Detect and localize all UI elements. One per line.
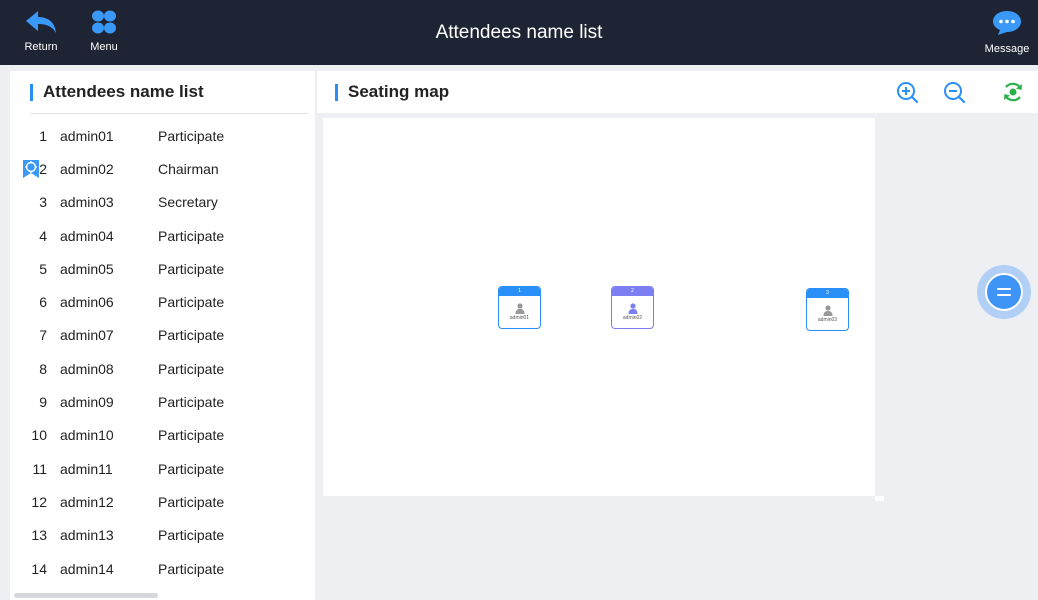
seating-canvas[interactable]: 1 admin01 2 admin02 3 admin03 <box>323 118 875 496</box>
attendee-number: 13 <box>31 527 47 544</box>
attendee-name: admin03 <box>60 194 114 211</box>
person-icon <box>628 303 637 314</box>
attendee-role: Participate <box>158 527 225 544</box>
refresh-icon[interactable] <box>1001 80 1025 104</box>
attendee-number: 2 <box>39 160 47 177</box>
chairman-badge-icon <box>23 160 39 179</box>
attendee-name: admin01 <box>60 127 114 144</box>
attendee-number: 4 <box>39 227 47 244</box>
zoom-in-icon[interactable] <box>895 80 919 104</box>
message-bubble-icon <box>993 11 1021 35</box>
attendees-panel: Attendees name list 1 admin01 Participate … <box>10 71 315 600</box>
attendee-role: Participate <box>158 560 225 577</box>
attendee-number: 10 <box>31 427 47 444</box>
attendee-role: Participate <box>158 260 225 277</box>
attendee-name: admin08 <box>60 360 114 377</box>
seat-number: 3 <box>807 289 848 298</box>
attendee-role: Participate <box>158 327 225 344</box>
attendees-title: Attendees name list <box>43 82 204 101</box>
attendee-role: Participate <box>158 294 225 311</box>
attendee-row[interactable]: 10 admin10 Participate <box>10 419 315 452</box>
section-marker <box>30 83 33 101</box>
attendee-list: 1 admin01 Participate 2 admin02 Chairman 3 ad… <box>10 119 315 585</box>
attendee-row[interactable]: 4 admin04 Participate <box>10 219 315 252</box>
attendee-role: Participate <box>158 227 225 244</box>
attendee-number: 6 <box>39 294 47 311</box>
message-button[interactable]: Message <box>984 10 1030 55</box>
attendee-name: admin09 <box>60 394 114 411</box>
attendee-role: Participate <box>158 394 225 411</box>
zoom-out-icon[interactable] <box>942 80 966 104</box>
attendee-number: 1 <box>39 127 47 144</box>
attendee-role: Participate <box>158 427 225 444</box>
top-bar: Return Menu Attendees name list Message <box>0 0 1038 65</box>
attendee-name: admin12 <box>60 493 114 510</box>
attendee-role: Participate <box>158 360 225 377</box>
seat-name: admin03 <box>817 317 838 323</box>
message-label: Message <box>984 43 1030 55</box>
seat-card[interactable]: 2 admin02 <box>611 286 654 329</box>
floating-menu-button[interactable] <box>977 265 1031 319</box>
attendees-header: Attendees name list <box>10 71 315 113</box>
attendee-name: admin07 <box>60 327 114 344</box>
attendee-row[interactable]: 12 admin12 Participate <box>10 485 315 518</box>
attendee-name: admin13 <box>60 527 114 544</box>
attendee-row[interactable]: 14 admin14 Participate <box>10 552 315 585</box>
seat-number: 1 <box>499 287 540 296</box>
section-marker <box>335 83 338 101</box>
attendee-number: 11 <box>32 460 47 477</box>
attendee-name: admin04 <box>60 227 114 244</box>
attendee-name: admin11 <box>60 460 113 477</box>
attendee-role: Participate <box>158 460 225 477</box>
attendee-number: 12 <box>31 493 47 510</box>
attendee-row[interactable]: 9 admin09 Participate <box>10 385 315 418</box>
attendee-row[interactable]: 5 admin05 Participate <box>10 252 315 285</box>
person-icon <box>515 303 524 314</box>
attendee-role: Participate <box>158 493 225 510</box>
person-icon <box>823 305 832 316</box>
attendee-number: 5 <box>39 260 47 277</box>
attendee-name: admin06 <box>60 294 114 311</box>
attendee-number: 14 <box>31 560 47 577</box>
seat-name: admin01 <box>509 315 530 321</box>
seating-map-title-wrap: Seating map <box>317 71 1038 113</box>
attendee-row[interactable]: 11 admin11 Participate <box>10 452 315 485</box>
attendee-role: Secretary <box>158 194 218 211</box>
attendee-row[interactable]: 7 admin07 Participate <box>10 319 315 352</box>
seat-card[interactable]: 1 admin01 <box>498 286 541 329</box>
seat-name: admin02 <box>622 315 643 321</box>
seat-card[interactable]: 3 admin03 <box>806 288 849 331</box>
attendee-number: 9 <box>39 394 47 411</box>
attendee-row[interactable]: 3 admin03 Secretary <box>10 186 315 219</box>
attendee-name: admin02 <box>60 160 114 177</box>
attendee-role: Chairman <box>158 160 219 177</box>
list-lines-icon <box>997 288 1011 296</box>
attendee-row[interactable]: 13 admin13 Participate <box>10 519 315 552</box>
horizontal-scrollbar[interactable] <box>14 593 158 598</box>
attendee-number: 8 <box>39 360 47 377</box>
seating-map-header: Seating map <box>317 71 1038 113</box>
page-title: Attendees name list <box>435 22 603 43</box>
attendee-row[interactable]: 6 admin06 Participate <box>10 285 315 318</box>
attendee-row[interactable]: 8 admin08 Participate <box>10 352 315 385</box>
canvas-resize-handle[interactable] <box>875 496 884 501</box>
attendee-name: admin10 <box>60 427 114 444</box>
attendee-row[interactable]: 1 admin01 Participate <box>10 119 315 152</box>
attendee-number: 3 <box>39 194 47 211</box>
divider <box>30 113 308 114</box>
seating-map-title: Seating map <box>348 82 450 101</box>
floating-menu-inner <box>985 273 1023 311</box>
attendee-number: 7 <box>39 327 47 344</box>
attendee-name: admin14 <box>60 560 114 577</box>
attendee-name: admin05 <box>60 260 114 277</box>
attendee-role: Participate <box>158 127 225 144</box>
attendee-row[interactable]: 2 admin02 Chairman <box>10 152 315 185</box>
seat-number: 2 <box>612 287 653 296</box>
